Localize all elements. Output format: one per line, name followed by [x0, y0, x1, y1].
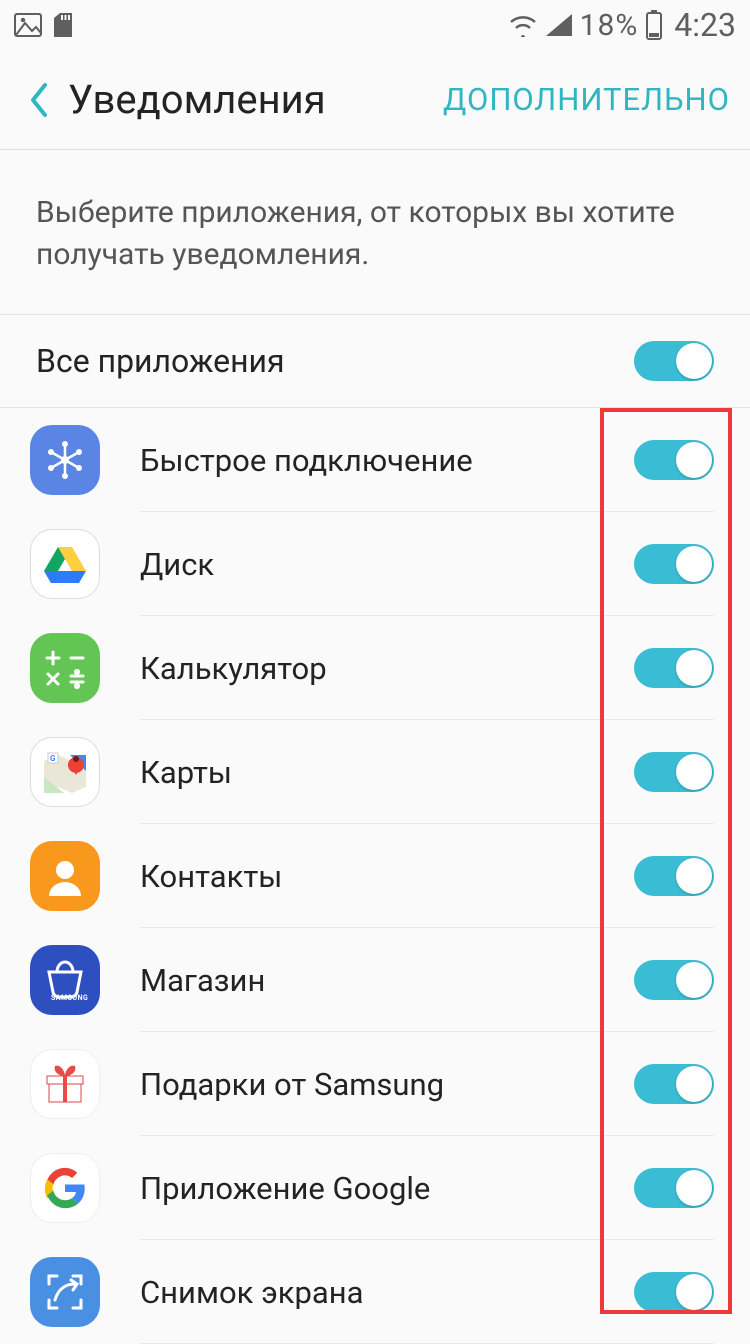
app-row-gifts[interactable]: Подарки от Samsung	[0, 1032, 750, 1136]
app-name-label: Быстрое подключение	[140, 442, 634, 479]
wifi-icon	[508, 13, 538, 37]
samsung-store-icon: SAMSUNG	[30, 945, 100, 1015]
app-row-drive[interactable]: Диск	[0, 512, 750, 616]
all-apps-toggle[interactable]	[634, 341, 714, 381]
app-name-label: Калькулятор	[140, 650, 634, 687]
app-name-label: Подарки от Samsung	[140, 1066, 634, 1103]
app-toggle[interactable]	[634, 544, 714, 584]
calculator-icon	[30, 633, 100, 703]
app-name-label: Снимок экрана	[140, 1274, 634, 1311]
clock-time: 4:23	[674, 6, 736, 44]
signal-icon	[546, 14, 572, 36]
app-row-screenshot[interactable]: Снимок экрана	[0, 1240, 750, 1344]
battery-percent: 18%	[580, 8, 639, 43]
app-row-calculator[interactable]: Калькулятор	[0, 616, 750, 720]
google-icon	[30, 1153, 100, 1223]
app-name-label: Контакты	[140, 858, 634, 895]
app-toggle[interactable]	[634, 648, 714, 688]
app-row-google[interactable]: Приложение Google	[0, 1136, 750, 1240]
sd-card-icon	[52, 12, 74, 38]
app-name-label: Магазин	[140, 962, 634, 999]
svg-text:SAMSUNG: SAMSUNG	[51, 994, 88, 1002]
app-toggle[interactable]	[634, 856, 714, 896]
description-text: Выберите приложения, от которых вы хотит…	[0, 150, 750, 315]
app-row-quick-connect[interactable]: Быстрое подключение	[0, 408, 750, 512]
app-row-maps[interactable]: G Карты	[0, 720, 750, 824]
app-toggle[interactable]	[634, 1064, 714, 1104]
app-toggle[interactable]	[634, 1168, 714, 1208]
app-name-label: Карты	[140, 754, 634, 791]
app-row-store[interactable]: SAMSUNG Магазин	[0, 928, 750, 1032]
battery-icon	[646, 10, 662, 40]
back-button[interactable]	[12, 70, 64, 130]
app-toggle[interactable]	[634, 752, 714, 792]
screenshot-icon	[30, 1257, 100, 1327]
all-apps-label: Все приложения	[36, 342, 285, 380]
image-icon	[14, 13, 42, 37]
status-right: 18% 4:23	[508, 6, 736, 44]
quick-connect-icon	[30, 425, 100, 495]
app-name-label: Диск	[140, 546, 634, 583]
page-title: Уведомления	[64, 76, 443, 123]
app-toggle[interactable]	[634, 440, 714, 480]
app-row-contacts[interactable]: Контакты	[0, 824, 750, 928]
header-action-more[interactable]: ДОПОЛНИТЕЛЬНО	[443, 81, 730, 118]
status-bar: 18% 4:23	[0, 0, 750, 50]
svg-text:G: G	[50, 754, 56, 763]
app-toggle[interactable]	[634, 960, 714, 1000]
status-left	[14, 12, 74, 38]
app-header: Уведомления ДОПОЛНИТЕЛЬНО	[0, 50, 750, 150]
app-toggle[interactable]	[634, 1272, 714, 1312]
app-list: Быстрое подключение Диск Калькулятор G К…	[0, 408, 750, 1344]
chevron-left-icon	[27, 81, 49, 119]
app-name-label: Приложение Google	[140, 1170, 634, 1207]
gifts-icon	[30, 1049, 100, 1119]
drive-icon	[30, 529, 100, 599]
all-apps-row[interactable]: Все приложения	[0, 315, 750, 408]
maps-icon: G	[30, 737, 100, 807]
contacts-icon	[30, 841, 100, 911]
